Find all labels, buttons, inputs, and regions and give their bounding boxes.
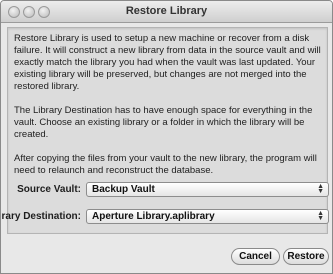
description-paragraph-1: Restore Library is used to setup a new m…: [14, 33, 321, 92]
cancel-button[interactable]: Cancel: [231, 248, 280, 265]
library-destination-value: Aperture Library.aplibrary: [92, 211, 215, 222]
restore-library-window: Restore Library Restore Library is used …: [0, 0, 333, 274]
description-paragraph-3: After copying the files from your vault …: [14, 153, 317, 176]
title-bar: Restore Library: [1, 1, 332, 23]
source-vault-value: Backup Vault: [92, 184, 155, 195]
library-destination-select[interactable]: Aperture Library.aplibrary ▲ ▼: [86, 209, 329, 224]
restore-button[interactable]: Restore: [283, 248, 329, 265]
description-paragraph-2: The Library Destination has to have enou…: [14, 105, 313, 140]
source-vault-row: Source Vault: Backup Vault ▲ ▼: [1, 182, 332, 198]
source-vault-select[interactable]: Backup Vault ▲ ▼: [86, 182, 329, 197]
library-destination-row: Library Destination: Aperture Library.ap…: [1, 209, 332, 225]
window-title: Restore Library: [125, 5, 208, 17]
popup-arrows-icon: ▲ ▼: [317, 183, 324, 195]
description-box: Restore Library is used to setup a new m…: [7, 27, 328, 234]
library-destination-label: Library Destination:: [1, 211, 81, 222]
popup-arrows-icon: ▲ ▼: [317, 210, 324, 222]
source-vault-label: Source Vault:: [17, 184, 81, 195]
